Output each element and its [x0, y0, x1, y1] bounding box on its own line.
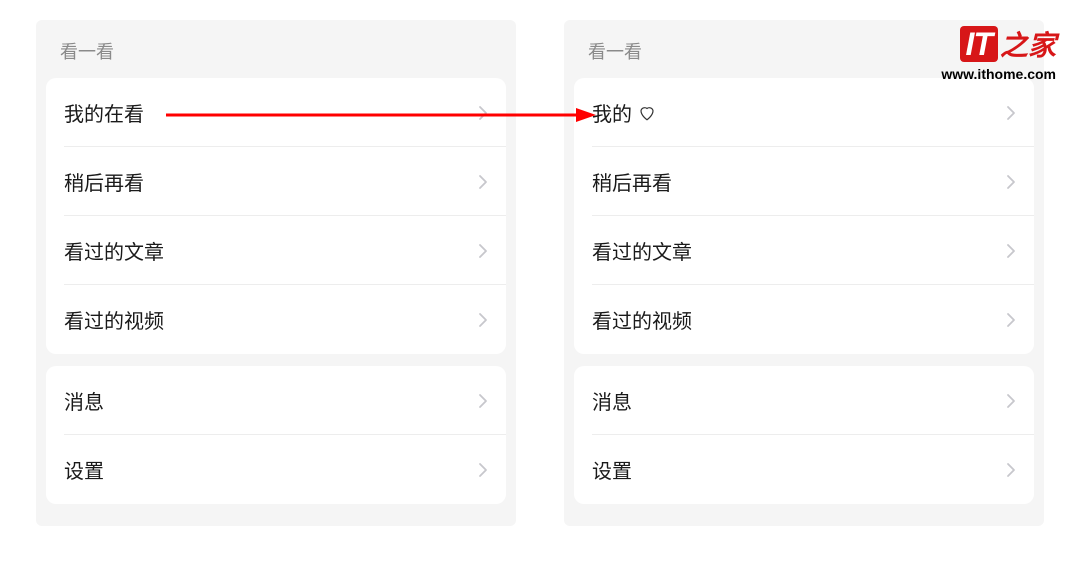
list-item-label: 设置 [64, 455, 104, 484]
watermark-url: www.ithome.com [941, 66, 1056, 82]
list-item-my-reading[interactable]: 我的在看 [46, 78, 506, 147]
logo-it-text: IT [960, 26, 998, 62]
list-item-label: 稍后再看 [64, 167, 144, 196]
list-item-label: 我的在看 [64, 98, 144, 127]
list-item-read-articles[interactable]: 看过的文章 [574, 216, 1034, 285]
chevron-right-icon [1006, 312, 1016, 328]
watermark: IT 之家 www.ithome.com [941, 24, 1056, 82]
list-card-2-left: 消息 设置 [46, 366, 506, 504]
list-item-read-later[interactable]: 稍后再看 [574, 147, 1034, 216]
comparison-container: 看一看 我的在看 稍后再看 看过的文章 看过的视频 [0, 0, 1080, 546]
list-item-messages[interactable]: 消息 [46, 366, 506, 435]
list-item-label: 设置 [592, 455, 632, 484]
heart-icon [638, 104, 656, 122]
chevron-right-icon [1006, 105, 1016, 121]
list-item-watched-videos[interactable]: 看过的视频 [46, 285, 506, 354]
left-panel: 看一看 我的在看 稍后再看 看过的文章 看过的视频 [36, 20, 516, 526]
list-item-read-articles[interactable]: 看过的文章 [46, 216, 506, 285]
chevron-right-icon [1006, 462, 1016, 478]
list-item-label: 看过的文章 [64, 236, 164, 265]
list-item-label: 看过的文章 [592, 236, 692, 265]
chevron-right-icon [1006, 393, 1016, 409]
chevron-right-icon [478, 462, 488, 478]
list-card-2-right: 消息 设置 [574, 366, 1034, 504]
right-panel: 看一看 我的 稍后再看 看过的文章 [564, 20, 1044, 526]
list-item-label: 看过的视频 [592, 305, 692, 334]
list-item-settings[interactable]: 设置 [574, 435, 1034, 504]
logo-icon: IT 之家 [960, 24, 1056, 64]
chevron-right-icon [478, 393, 488, 409]
list-item-label: 看过的视频 [64, 305, 164, 334]
logo-suffix-text: 之家 [1000, 24, 1056, 64]
list-item-watched-videos[interactable]: 看过的视频 [574, 285, 1034, 354]
chevron-right-icon [478, 243, 488, 259]
chevron-right-icon [478, 105, 488, 121]
chevron-right-icon [478, 312, 488, 328]
list-item-text: 我的 [592, 98, 632, 127]
section-title-left: 看一看 [36, 20, 516, 78]
list-item-settings[interactable]: 设置 [46, 435, 506, 504]
list-item-label: 稍后再看 [592, 167, 672, 196]
list-card-1-right: 我的 稍后再看 看过的文章 [574, 78, 1034, 354]
list-item-label: 我的 [592, 98, 656, 127]
list-item-messages[interactable]: 消息 [574, 366, 1034, 435]
chevron-right-icon [478, 174, 488, 190]
list-card-1-left: 我的在看 稍后再看 看过的文章 看过的视频 [46, 78, 506, 354]
list-item-my-likes[interactable]: 我的 [574, 78, 1034, 147]
list-item-label: 消息 [592, 386, 632, 415]
list-item-read-later[interactable]: 稍后再看 [46, 147, 506, 216]
chevron-right-icon [1006, 243, 1016, 259]
chevron-right-icon [1006, 174, 1016, 190]
list-item-label: 消息 [64, 386, 104, 415]
